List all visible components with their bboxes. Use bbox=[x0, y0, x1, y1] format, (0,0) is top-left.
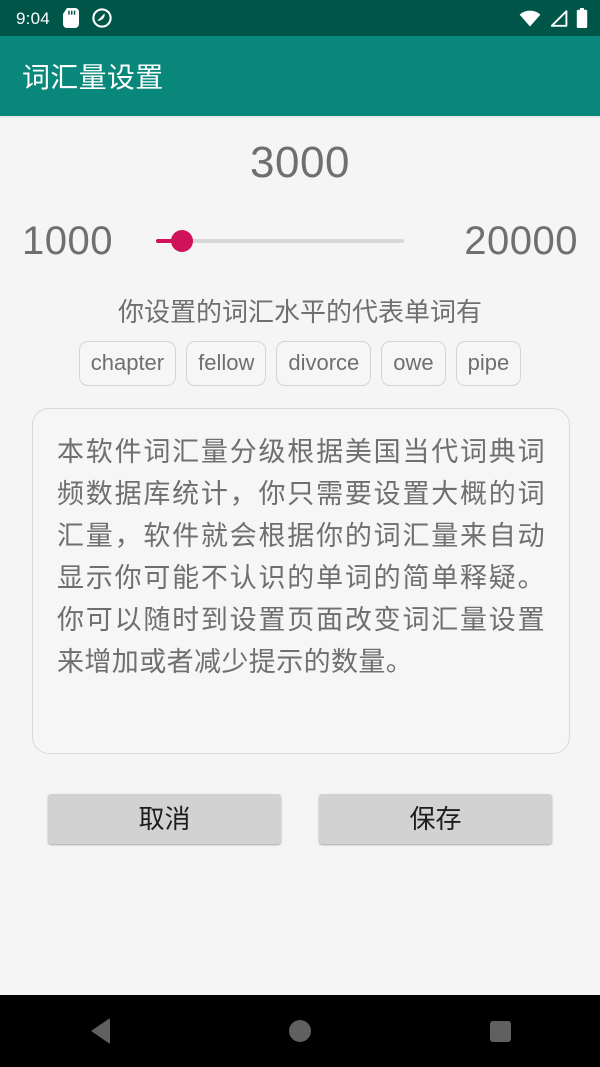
sd-card-icon bbox=[62, 8, 79, 28]
back-icon bbox=[90, 1018, 110, 1044]
status-bar: 9:04 bbox=[0, 0, 600, 36]
main-content: 3000 1000 20000 你设置的词汇水平的代表单词有 chapter fe… bbox=[0, 116, 600, 995]
cancel-button[interactable]: 取消 bbox=[48, 794, 281, 844]
do-not-disturb-icon bbox=[92, 8, 112, 28]
nav-back-button[interactable] bbox=[0, 995, 200, 1067]
home-icon bbox=[289, 1020, 311, 1042]
app-bar: 词汇量设置 bbox=[0, 36, 600, 116]
action-button-row: 取消 保存 bbox=[0, 794, 600, 844]
battery-icon bbox=[576, 8, 588, 28]
cellular-signal-icon bbox=[549, 9, 568, 27]
sample-word-chip[interactable]: owe bbox=[381, 341, 446, 386]
wifi-icon bbox=[519, 10, 541, 27]
sample-word-chip[interactable]: fellow bbox=[186, 341, 267, 386]
system-navigation-bar bbox=[0, 995, 600, 1067]
slider-thumb[interactable] bbox=[171, 230, 194, 252]
slider-min-label: 1000 bbox=[22, 219, 113, 263]
recents-icon bbox=[489, 1020, 511, 1042]
vocabulary-slider-row: 1000 20000 bbox=[0, 213, 600, 269]
page-title: 词汇量设置 bbox=[22, 62, 164, 93]
status-bar-left: 9:04 bbox=[16, 8, 112, 28]
vocabulary-slider[interactable] bbox=[156, 223, 404, 259]
save-button[interactable]: 保存 bbox=[319, 794, 552, 844]
helper-text: 你设置的词汇水平的代表单词有 bbox=[117, 297, 482, 327]
app-screen: 9:04 词汇量设置 3000 1000 20000 你设置的词汇水平的代表单词… bbox=[0, 0, 600, 1067]
vocabulary-value-label: 3000 bbox=[250, 138, 350, 187]
sample-word-chip[interactable]: divorce bbox=[276, 341, 372, 386]
sample-word-chips: chapter fellow divorce owe pipe bbox=[0, 341, 600, 386]
status-bar-clock: 9:04 bbox=[16, 8, 50, 28]
sample-word-chip[interactable]: chapter bbox=[78, 341, 177, 386]
status-bar-right bbox=[519, 8, 588, 28]
sample-word-chip[interactable]: pipe bbox=[455, 341, 522, 386]
slider-track bbox=[156, 239, 404, 243]
slider-max-label: 20000 bbox=[464, 219, 578, 263]
nav-recents-button[interactable] bbox=[400, 995, 600, 1067]
description-text: 本软件词汇量分级根据美国当代词典词频数据库统计，你只需要设置大概的词汇量，软件就… bbox=[57, 437, 545, 677]
description-box: 本软件词汇量分级根据美国当代词典词频数据库统计，你只需要设置大概的词汇量，软件就… bbox=[32, 408, 570, 754]
nav-home-button[interactable] bbox=[200, 995, 400, 1067]
